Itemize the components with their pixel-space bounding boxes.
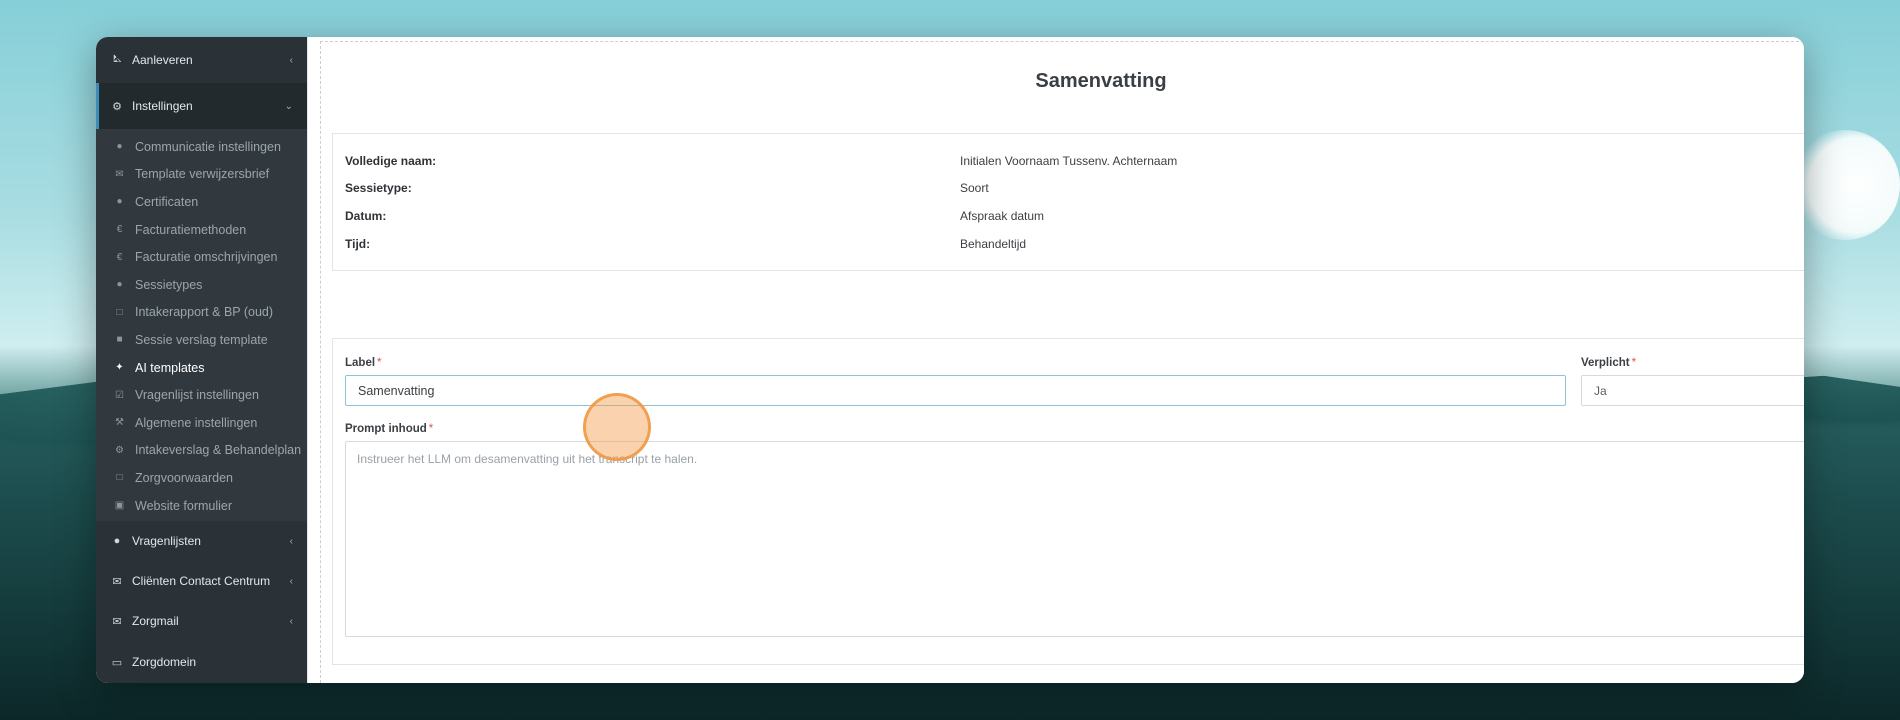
inbox-icon: ▭: [111, 656, 123, 669]
sidebar-item-zorgmail[interactable]: ✉ Zorgmail ‹: [96, 601, 307, 641]
main-content: Samenvatting Volledige naam: Initialen V…: [307, 37, 1804, 683]
summary-value: Behandeltijd: [960, 236, 1027, 251]
summary-key: Sessietype:: [345, 181, 412, 196]
sidebar-item-label: Instellingen: [132, 99, 193, 113]
sidebar-subitem-facturatie-omschrijvingen[interactable]: € Facturatie omschrijvingen: [96, 243, 307, 271]
verplicht-select[interactable]: Ja: [1581, 375, 1804, 406]
summary-value: Afspraak datum: [960, 208, 1045, 223]
sidebar-subitem-zorgvoorwaarden[interactable]: □ Zorgvoorwaarden: [96, 464, 307, 492]
app-window: ⛡ Aanleveren ‹ ⚙ Instellingen ⌄ ● Commun…: [96, 37, 1804, 683]
required-marker: *: [1631, 357, 1637, 369]
sidebar-item-label: Vragenlijsten: [132, 534, 201, 549]
summary-key: Volledige naam:: [345, 153, 437, 168]
book-icon: ■: [116, 334, 123, 346]
prompt-field-label: Prompt inhoud *: [345, 423, 433, 435]
background-cloud: [1790, 130, 1900, 240]
sidebar-item-label: Cliënten Contact Centrum: [132, 574, 271, 589]
certificate-icon: ●: [116, 196, 123, 208]
globe-icon: ●: [116, 279, 123, 291]
sidebar-subitem-intakeverslag[interactable]: ⚙ Intakeverslag & Behandelplan: [96, 437, 307, 465]
gear-icon: ⚙: [112, 100, 122, 113]
sidebar-subitem-label: Vragenlijst instellingen: [135, 388, 259, 403]
prompt-field-label-text: Prompt inhoud: [345, 423, 427, 435]
verplicht-field-label: Verplicht *: [1581, 357, 1636, 369]
checkbox-icon: ☑: [115, 389, 124, 401]
sidebar-item-aanleveren[interactable]: ⛡ Aanleveren ‹: [96, 37, 307, 83]
globe-icon: ●: [113, 535, 121, 548]
sidebar-item-zorgdomein[interactable]: ▭ Zorgdomein: [96, 641, 307, 683]
sidebar-subitem-sessie-verslag-template[interactable]: ■ Sessie verslag template: [96, 326, 307, 354]
sidebar-subitem-template-verwijzersbrief[interactable]: ✉ Template verwijzersbrief: [96, 161, 307, 189]
label-field-label-text: Label: [345, 357, 376, 369]
euro-icon: €: [116, 251, 123, 263]
summary-panel: Volledige naam: Initialen Voornaam Tusse…: [332, 133, 1804, 271]
wrench-icon: ⚒: [115, 417, 124, 429]
verplicht-field-label-text: Verplicht: [1581, 357, 1630, 369]
sidebar-subitem-facturatiemethoden[interactable]: € Facturatiemethoden: [96, 216, 307, 244]
magic-wand-icon: ✦: [115, 362, 124, 374]
summary-value: Initialen Voornaam Tussenv. Achternaam: [960, 153, 1178, 168]
sidebar-subitem-communicatie-instellingen[interactable]: ● Communicatie instellingen: [96, 133, 307, 161]
sidebar-subitem-website-formulier[interactable]: ▣ Website formulier: [96, 492, 307, 520]
sidebar-subitem-label: Algemene instellingen: [135, 415, 258, 430]
sidebar-item-vragenlijsten[interactable]: ● Vragenlijsten ‹: [96, 521, 307, 561]
verplicht-select-value: Ja: [1594, 383, 1607, 398]
sidebar-subitem-label: Intakeverslag & Behandelplan: [135, 443, 302, 458]
sidebar-subitem-ai-templates[interactable]: ✦ AI templates: [96, 354, 307, 382]
envelope-icon: ✉: [115, 168, 124, 180]
sidebar-subitem-label: Facturatiemethoden: [135, 222, 247, 237]
sidebar-subitem-label: Certificaten: [135, 194, 199, 209]
sidebar-subitem-label: Intakerapport & BP (oud): [135, 305, 274, 320]
euro-icon: €: [116, 224, 123, 236]
sidebar-item-label: Zorgmail: [132, 614, 179, 629]
chevron-left-icon: ‹: [289, 535, 293, 547]
sidebar-item-instellingen[interactable]: ⚙ Instellingen ⌄: [96, 83, 307, 129]
sidebar-item-label: Zorgdomein: [132, 655, 197, 670]
sidebar-item-label: Aanleveren: [132, 53, 193, 67]
sidebar-subitem-label: Sessietypes: [135, 277, 203, 292]
summary-value: Soort: [960, 181, 989, 196]
chevron-left-icon: ‹: [289, 54, 293, 66]
sidebar-subitem-intakerapport[interactable]: □ Intakerapport & BP (oud): [96, 299, 307, 327]
file-icon: □: [116, 306, 123, 318]
sidebar-subitem-certificaten[interactable]: ● Certificaten: [96, 188, 307, 216]
sidebar-subitem-sessietypes[interactable]: ● Sessietypes: [96, 271, 307, 299]
truck-icon: ⛡: [112, 53, 122, 65]
summary-key: Tijd:: [345, 236, 371, 251]
template-form: Label* Verplicht* Ja Prompt inhoud*: [332, 338, 1804, 665]
sidebar-subitem-label: Website formulier: [135, 498, 233, 513]
envelope-icon: ✉: [112, 575, 122, 588]
medkit-icon: ▣: [114, 500, 125, 512]
sidebar-subitem-label: Template verwijzersbrief: [135, 167, 270, 182]
page-title: Samenvatting: [1035, 70, 1167, 92]
sidebar-subitem-algemene-instellingen[interactable]: ⚒ Algemene instellingen: [96, 409, 307, 437]
sidebar-subitem-label: Zorgvoorwaarden: [135, 470, 233, 485]
chevron-down-icon: ⌄: [284, 100, 293, 112]
required-marker: *: [428, 423, 434, 435]
chevron-left-icon: ‹: [289, 615, 293, 627]
sidebar-item-clienten-contact-centrum[interactable]: ✉ Cliënten Contact Centrum ‹: [96, 561, 307, 601]
sidebar-subitem-label: AI templates: [135, 360, 205, 375]
sidebar-subitem-label: Facturatie omschrijvingen: [135, 250, 278, 265]
summary-row: Sessietype: Soort: [345, 175, 1795, 203]
required-marker: *: [377, 357, 382, 369]
envelope-icon: ✉: [112, 615, 122, 628]
sidebar-submenu-instellingen: ● Communicatie instellingen ✉ Template v…: [96, 129, 307, 522]
summary-row: Volledige naam: Initialen Voornaam Tusse…: [345, 147, 1795, 175]
label-input[interactable]: [345, 375, 1566, 406]
sidebar-subitem-label: Sessie verslag template: [135, 332, 268, 347]
prompt-textarea[interactable]: [345, 441, 1804, 637]
label-field-label: Label *: [345, 357, 382, 369]
gear-icon: ⚙: [115, 444, 124, 456]
summary-key: Datum:: [345, 208, 387, 223]
summary-row: Datum: Afspraak datum: [345, 202, 1795, 230]
comments-icon: ●: [116, 141, 123, 153]
sidebar-subitem-vragenlijst-instellingen[interactable]: ☑ Vragenlijst instellingen: [96, 381, 307, 409]
sidebar-subitem-label: Communicatie instellingen: [135, 139, 281, 154]
summary-row: Tijd: Behandeltijd: [345, 230, 1795, 258]
chevron-left-icon: ‹: [289, 575, 293, 587]
pdf-file-icon: □: [116, 472, 123, 484]
sidebar: ⛡ Aanleveren ‹ ⚙ Instellingen ⌄ ● Commun…: [96, 37, 307, 683]
